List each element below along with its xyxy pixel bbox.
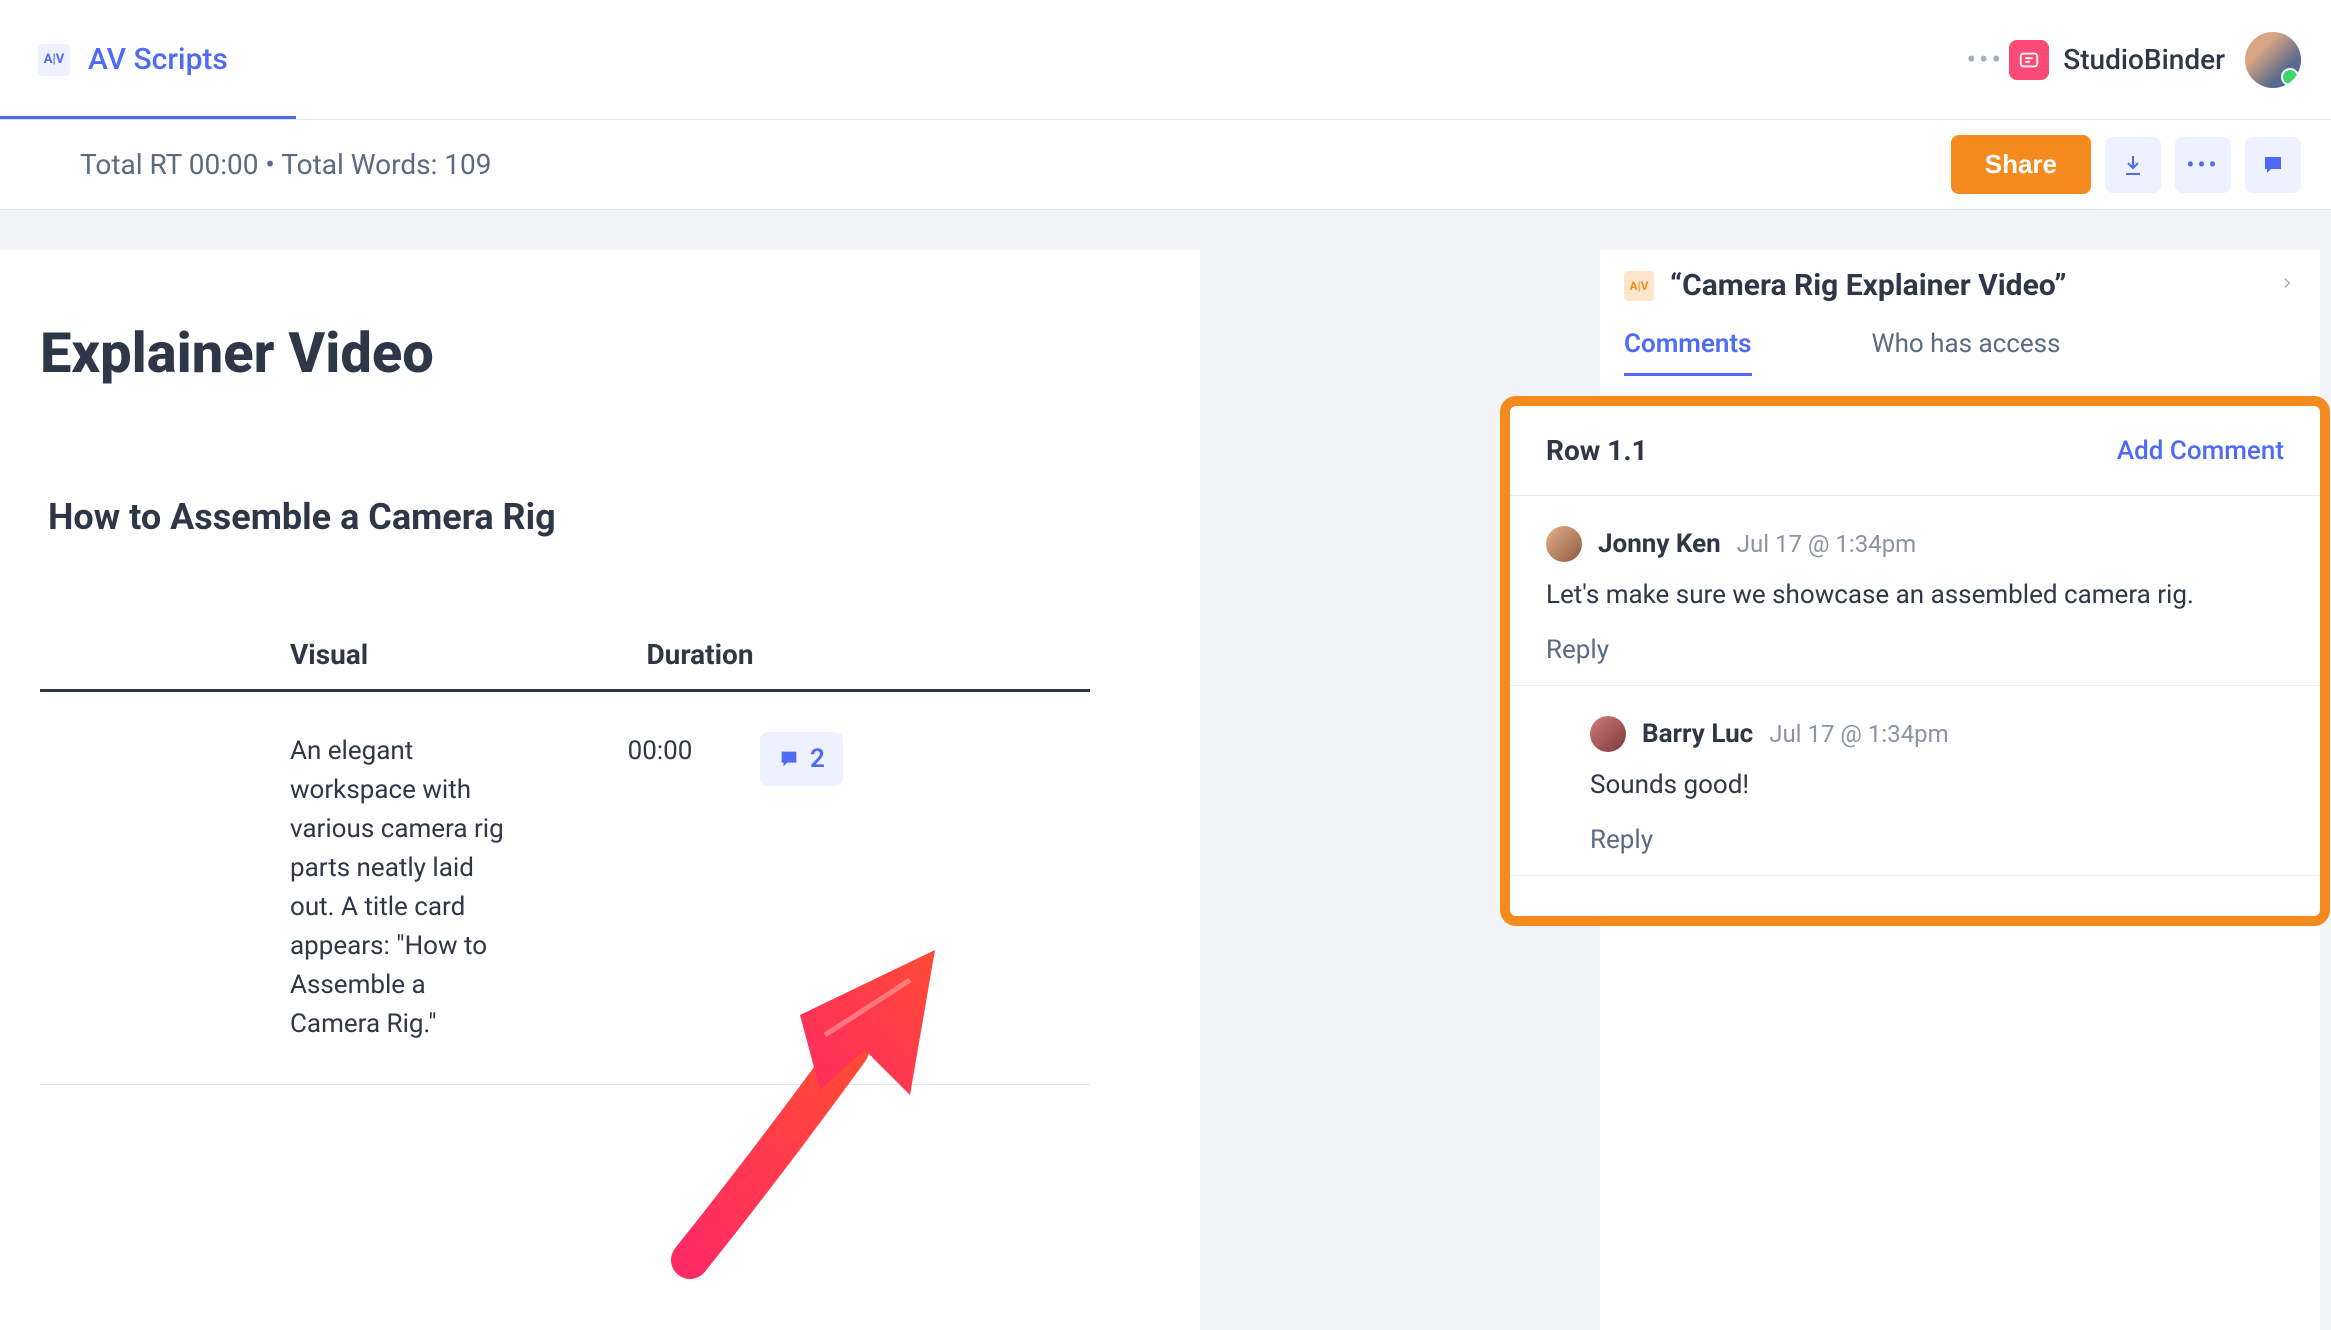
script-table: Visual Duration An elegant workspace wit…	[40, 638, 1090, 1085]
comment-body: Let's make sure we showcase an assembled…	[1546, 576, 2284, 615]
comment-body: Sounds good!	[1590, 766, 2284, 805]
doc-title: Explainer Video	[40, 320, 1160, 386]
share-button[interactable]: Share	[1951, 135, 2091, 194]
comment-author: Barry Luc	[1642, 719, 1753, 749]
user-avatar[interactable]	[2245, 32, 2301, 88]
av-scripts-icon: A|V	[38, 44, 70, 76]
avatar-icon	[1546, 526, 1582, 562]
comment-count: 2	[810, 744, 825, 774]
tab-access[interactable]: Who has access	[1872, 329, 2061, 376]
table-header: Visual Duration	[40, 638, 1090, 692]
brand-name: StudioBinder	[2063, 43, 2225, 76]
side-tabs: Comments Who has access	[1600, 311, 2320, 376]
more-menu-button[interactable]: •••	[1961, 36, 2009, 84]
col-visual: Visual	[40, 638, 560, 671]
side-header: A|V “Camera Rig Explainer Video”	[1600, 250, 2320, 311]
toolbar: Total RT 00:00 • Total Words: 109 Share …	[0, 120, 2331, 210]
collapse-panel-button[interactable]	[2278, 273, 2296, 298]
reply-link[interactable]: Reply	[1546, 635, 2284, 665]
side-title: “Camera Rig Explainer Video”	[1670, 268, 2262, 303]
comment-date: Jul 17 @ 1:34pm	[1769, 720, 1949, 748]
tab-comments[interactable]: Comments	[1624, 329, 1752, 376]
add-comment-link[interactable]: Add Comment	[2117, 436, 2284, 466]
avatar-icon	[1590, 716, 1626, 752]
comment-date: Jul 17 @ 1:34pm	[1737, 530, 1917, 558]
top-nav: A|V AV Scripts ••• StudioBinder	[0, 0, 2331, 120]
reply-link[interactable]: Reply	[1590, 825, 2284, 855]
comments-panel: A|V “Camera Rig Explainer Video” Comment…	[1600, 250, 2320, 1330]
tab-label: AV Scripts	[88, 42, 228, 77]
export-pdf-button[interactable]	[2105, 137, 2161, 193]
brand-icon[interactable]	[2009, 40, 2049, 80]
side-app-icon: A|V	[1624, 271, 1654, 301]
comment-icon	[778, 748, 800, 770]
comment-item: Barry Luc Jul 17 @ 1:34pm Sounds good! R…	[1510, 686, 2320, 876]
doc-subtitle: How to Assemble a Camera Rig	[48, 496, 1160, 538]
comment-author: Jonny Ken	[1598, 529, 1721, 559]
col-duration: Duration	[560, 638, 840, 671]
doc-stats: Total RT 00:00 • Total Words: 109	[80, 148, 492, 181]
toolbar-comments-button[interactable]	[2245, 137, 2301, 193]
row-comment-chip[interactable]: 2	[760, 732, 843, 786]
toolbar-more-button[interactable]: •••	[2175, 137, 2231, 193]
tab-av-scripts[interactable]: A|V AV Scripts	[30, 0, 236, 119]
main-area: Explainer Video How to Assemble a Camera…	[0, 210, 2331, 1330]
row-label: Row 1.1	[1546, 434, 1648, 467]
row-header: Row 1.1 Add Comment	[1510, 406, 2320, 496]
cell-visual: An elegant workspace with various camera…	[40, 732, 560, 1044]
document-panel: Explainer Video How to Assemble a Camera…	[0, 250, 1200, 1330]
comment-item: Jonny Ken Jul 17 @ 1:34pm Let's make sur…	[1510, 496, 2320, 686]
comments-highlight: Row 1.1 Add Comment Jonny Ken Jul 17 @ 1…	[1500, 396, 2330, 926]
cell-duration: 00:00	[560, 732, 760, 766]
table-row[interactable]: An elegant workspace with various camera…	[40, 692, 1090, 1085]
